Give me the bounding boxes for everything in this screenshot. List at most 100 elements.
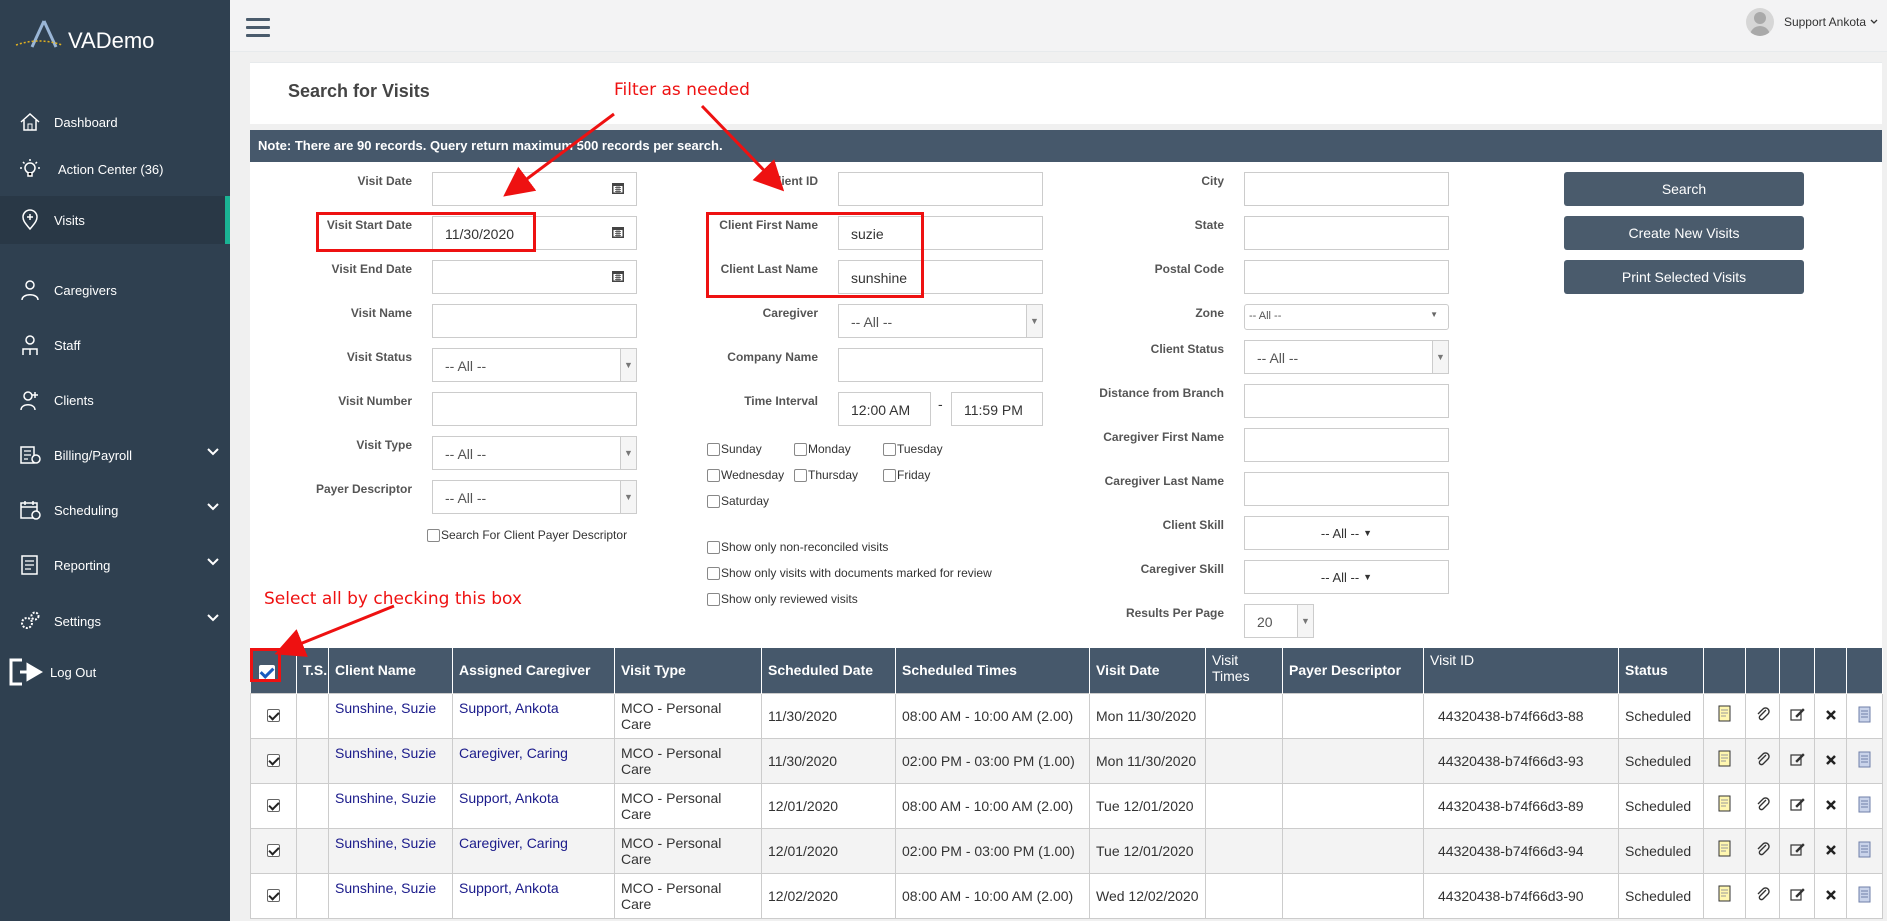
note-icon[interactable] [1717,885,1733,903]
caregiver-first-name-input[interactable] [1244,428,1449,462]
client-status-select[interactable]: -- All -- ▼ [1244,340,1449,374]
checkbox-box[interactable] [883,442,896,456]
company-name-input[interactable] [838,348,1043,382]
delete-icon[interactable] [1825,799,1837,811]
client-id-input[interactable] [838,172,1043,206]
column-header-visit-id[interactable]: Visit ID [1423,648,1619,693]
client-skill-dropdown[interactable]: -- All -- ▼ [1244,516,1449,550]
row-action-delete[interactable] [1814,827,1847,874]
cell-assigned-caregiver-text[interactable]: Support, Ankota [459,880,559,896]
note-icon[interactable] [1717,840,1733,858]
checkbox-box[interactable] [707,468,720,482]
day-checkbox-friday[interactable]: Friday [883,468,930,482]
row-action-note[interactable] [1703,692,1746,739]
attachment-icon[interactable] [1756,751,1770,767]
state-input[interactable] [1244,216,1449,250]
row-action-document[interactable] [1846,737,1883,784]
sidebar-item-clients[interactable]: Clients [0,376,230,424]
day-checkbox-monday[interactable]: Monday [794,442,851,456]
day-checkbox-saturday[interactable]: Saturday [707,494,769,508]
table-row[interactable]: Sunshine, Suzie Support, Ankota MCO - Pers… [250,692,1883,739]
row-action-document[interactable] [1846,782,1883,829]
search-button[interactable]: Search [1564,172,1804,206]
document-icon[interactable] [1857,751,1872,768]
sidebar-item-billing-payroll[interactable]: Billing/Payroll [0,431,230,479]
caregiver-last-name-input[interactable] [1244,472,1449,506]
sidebar-item-visits[interactable]: Visits [0,196,230,244]
caregiver-skill-dropdown[interactable]: -- All -- ▼ [1244,560,1449,594]
reviewed-checkbox[interactable]: Show only reviewed visits [707,592,858,606]
print-selected-visits-button[interactable]: Print Selected Visits [1564,260,1804,294]
note-icon[interactable] [1717,705,1733,723]
row-action-note[interactable] [1703,782,1746,829]
zone-select[interactable]: -- All -- ▼ [1244,304,1449,330]
table-row[interactable]: Sunshine, Suzie Support, Ankota MCO - Pers… [250,782,1883,829]
calendar-icon[interactable] [612,270,624,282]
cell-assigned-caregiver-text[interactable]: Caregiver, Caring [459,835,568,851]
row-action-document[interactable] [1846,872,1883,919]
row-action-note[interactable] [1703,737,1746,784]
row-action-note[interactable] [1703,872,1746,919]
sidebar-item-caregivers[interactable]: Caregivers [0,266,230,314]
row-action-edit[interactable] [1779,737,1815,784]
checkbox-box[interactable] [427,528,440,542]
delete-icon[interactable] [1825,754,1837,766]
day-checkbox-wednesday[interactable]: Wednesday [707,468,784,482]
checkbox-box[interactable] [707,592,720,606]
visit-status-select[interactable]: -- All -- ▼ [432,348,637,382]
checkbox-box[interactable] [707,442,720,456]
calendar-icon[interactable] [612,226,624,238]
row-action-delete[interactable] [1814,692,1847,739]
note-icon[interactable] [1717,750,1733,768]
documents-review-checkbox[interactable]: Show only visits with documents marked f… [707,566,992,580]
time-to-input[interactable]: 11:59 PM [951,392,1043,426]
document-icon[interactable] [1857,886,1872,903]
row-action-document[interactable] [1846,827,1883,874]
cell-client-name-text[interactable]: Sunshine, Suzie [335,790,436,806]
row-action-attachment[interactable] [1745,827,1780,874]
row-action-document[interactable] [1846,692,1883,739]
column-header-visit-times[interactable]: Visit Times [1205,648,1283,693]
row-action-delete[interactable] [1814,782,1847,829]
column-header-assigned-caregiver[interactable]: Assigned Caregiver [452,648,615,693]
row-checkbox[interactable] [267,844,280,857]
column-header-scheduled-times[interactable]: Scheduled Times [895,648,1090,693]
row-action-delete[interactable] [1814,737,1847,784]
search-client-payer-checkbox[interactable]: Search For Client Payer Descriptor [427,528,627,542]
delete-icon[interactable] [1825,889,1837,901]
sidebar-item-logout[interactable]: Log Out [0,648,230,696]
edit-icon[interactable] [1789,752,1805,767]
edit-icon[interactable] [1789,707,1805,722]
sidebar-item-action-center[interactable]: Action Center (36) [0,145,230,193]
day-checkbox-sunday[interactable]: Sunday [707,442,762,456]
cell-client-name-text[interactable]: Sunshine, Suzie [335,745,436,761]
delete-icon[interactable] [1825,709,1837,721]
checkbox-box[interactable] [794,442,807,456]
row-checkbox[interactable] [267,754,280,767]
row-checkbox[interactable] [267,889,280,902]
row-checkbox[interactable] [267,799,280,812]
edit-icon[interactable] [1789,797,1805,812]
checkbox-box[interactable] [883,468,896,482]
document-icon[interactable] [1857,706,1872,723]
column-header-scheduled-date[interactable]: Scheduled Date [761,648,896,693]
row-action-edit[interactable] [1779,872,1815,919]
non-reconciled-checkbox[interactable]: Show only non-reconciled visits [707,540,888,554]
visit-end-date-input[interactable] [432,260,637,294]
checkbox-box[interactable] [794,468,807,482]
calendar-icon[interactable] [612,182,624,194]
visit-number-input[interactable] [432,392,637,426]
visit-name-input[interactable] [432,304,637,338]
attachment-icon[interactable] [1756,706,1770,722]
note-icon[interactable] [1717,795,1733,813]
row-action-attachment[interactable] [1745,782,1780,829]
sidebar-item-scheduling[interactable]: Scheduling [0,486,230,534]
cell-assigned-caregiver-text[interactable]: Support, Ankota [459,790,559,806]
attachment-icon[interactable] [1756,886,1770,902]
sidebar-item-reporting[interactable]: Reporting [0,541,230,589]
checkbox-box[interactable] [707,566,720,580]
row-action-attachment[interactable] [1745,737,1780,784]
checkbox-box[interactable] [707,494,720,508]
cell-client-name-text[interactable]: Sunshine, Suzie [335,835,436,851]
row-action-attachment[interactable] [1745,692,1780,739]
